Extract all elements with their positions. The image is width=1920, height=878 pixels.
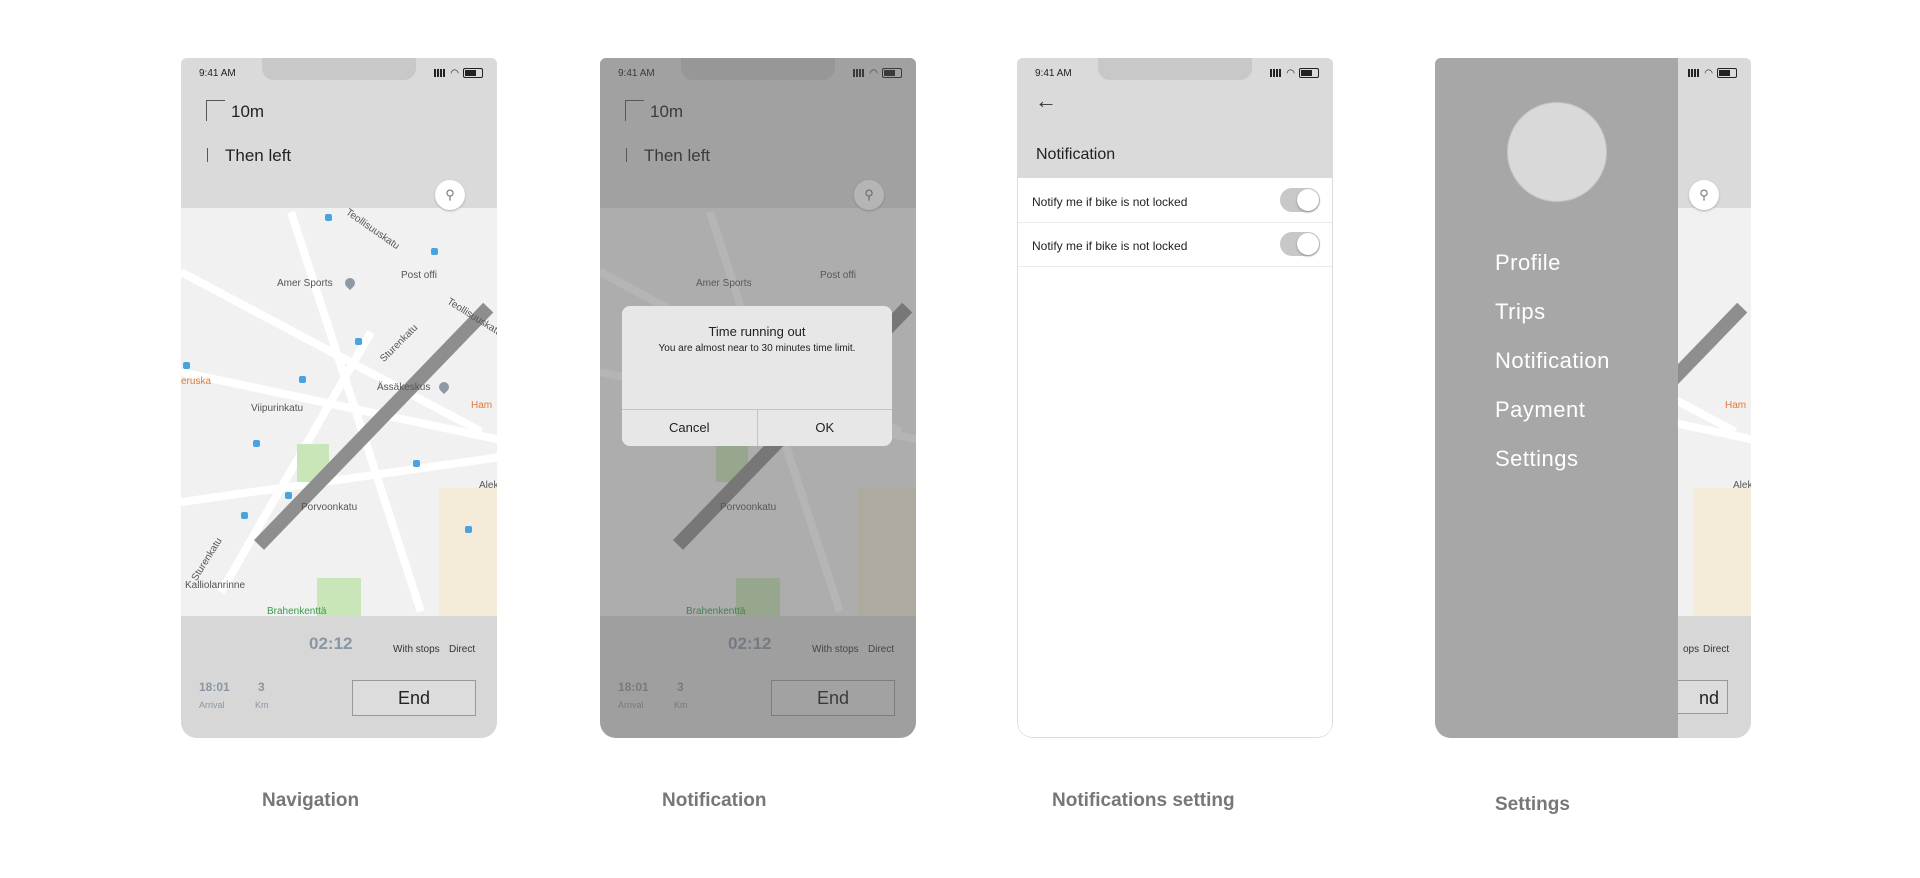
map-label: Porvoonkatu (301, 502, 358, 513)
signal-bars-icon (1688, 69, 1701, 77)
location-pin-icon (342, 275, 358, 291)
toggle-knob (1297, 233, 1319, 255)
wifi-icon: ◠ (1704, 67, 1713, 79)
menu-item-notification[interactable]: Notification (1495, 348, 1610, 374)
menu-item-settings[interactable]: Settings (1495, 446, 1579, 472)
menu-item-trips[interactable]: Trips (1495, 299, 1546, 325)
setting-label: Notify me if bike is not locked (1032, 195, 1188, 209)
map-area (439, 488, 497, 616)
settings-list: Notify me if bike is not locked Notify m… (1018, 178, 1332, 737)
notify-toggle[interactable] (1280, 188, 1320, 212)
transit-stop-icon (299, 376, 306, 383)
option-direct[interactable]: Direct (449, 644, 475, 655)
toggle-knob (1297, 189, 1319, 211)
time-warning-dialog: Time running out You are almost near to … (622, 306, 892, 446)
map-label: Sturenkatu (378, 322, 421, 365)
status-bar: 9:41 AM ◠ (199, 66, 483, 80)
menu-item-payment[interactable]: Payment (1495, 397, 1585, 423)
location-pin-icon (436, 379, 452, 395)
caption-notification: Notification (662, 790, 767, 811)
map-label: Ham (471, 400, 493, 411)
trip-timer: 02:12 (309, 634, 353, 653)
map[interactable]: Teollisuuskatu Amer Sports Post offi Teo… (181, 208, 497, 616)
status-bar: 9:41 AM ◠ (1035, 66, 1319, 80)
wifi-icon: ◠ (450, 67, 459, 79)
transit-stop-icon (431, 248, 438, 255)
caption-navigation: Navigation (262, 790, 360, 811)
bike-marker-icon: ⚲ (1689, 180, 1719, 210)
notify-toggle[interactable] (1280, 232, 1320, 256)
navigation-screen: 9:41 AM ◠ 10m Then left Teollisuuskatu A… (181, 58, 497, 738)
notification-screen: 9:41 AM ◠ 10m Then left Amer Sports Post… (600, 58, 916, 738)
map-label: Viipurinkatu (251, 403, 304, 414)
transit-stop-icon (465, 526, 472, 533)
transit-stop-icon (413, 460, 420, 467)
caption-settings: Settings (1495, 794, 1570, 815)
map-label: Sturenkatu (189, 536, 225, 583)
list-item: Notify me if bike is not locked (1018, 178, 1332, 223)
map-label: Ham (1725, 400, 1747, 411)
avatar[interactable] (1507, 102, 1607, 202)
notifications-setting-screen: 9:41 AM ◠ ← Notification Notify me if bi… (1017, 58, 1333, 738)
signal-bars-icon (1270, 69, 1283, 77)
status-time: 9:41 AM (1035, 67, 1072, 79)
map-label: Brahenkenttä (267, 606, 327, 616)
ok-button[interactable]: OK (758, 410, 893, 446)
map-label: Kalliolanrinne (185, 580, 246, 591)
battery-icon (1299, 68, 1319, 78)
km-label: Km (255, 700, 269, 710)
cancel-button[interactable]: Cancel (622, 410, 758, 446)
map-label: eruska (181, 376, 212, 387)
next-instruction: Then left (225, 146, 292, 165)
wifi-icon: ◠ (1286, 67, 1295, 79)
settings-screen: ◠ Ham Aleksi ⚲ ops Direct nd Profile Tri… (1435, 58, 1751, 738)
battery-icon (463, 68, 483, 78)
dialog-message: You are almost near to 30 minutes time l… (658, 343, 856, 354)
transit-stop-icon (183, 362, 190, 369)
setting-label: Notify me if bike is not locked (1032, 239, 1188, 253)
turn-distance: 10m (231, 102, 265, 121)
map-label: Ässäkeskus (377, 382, 431, 393)
page-title: Notification (1036, 146, 1116, 163)
turn-arrow-icon (206, 100, 225, 121)
menu-item-profile[interactable]: Profile (1495, 250, 1561, 276)
option-direct: Direct (1703, 644, 1730, 655)
transit-stop-icon (285, 492, 292, 499)
map-road (217, 330, 375, 594)
list-item: Notify me if bike is not locked (1018, 222, 1332, 267)
map-label: Aleksi (479, 480, 497, 491)
back-arrow-icon[interactable]: ← (1035, 88, 1057, 114)
transit-stop-icon (325, 214, 332, 221)
map-label: Aleksi (1733, 480, 1751, 491)
transit-stop-icon (253, 440, 260, 447)
trip-panel: 02:12 With stops Direct 18:01 Arrival 3 … (181, 616, 497, 738)
transit-stop-icon (355, 338, 362, 345)
transit-stop-icon (241, 512, 248, 519)
side-menu: Profile Trips Notification Payment Setti… (1435, 58, 1678, 738)
map-label: Teollisuuskatu (343, 208, 402, 253)
arrival-time: 18:01 (199, 680, 230, 694)
map-label: Post offi (401, 270, 437, 281)
map-area (1693, 488, 1751, 616)
turn-left-icon (195, 148, 208, 162)
bike-marker-icon[interactable]: ⚲ (435, 180, 465, 210)
arrival-label: Arrival (199, 700, 225, 710)
battery-icon (1717, 68, 1737, 78)
status-time: 9:41 AM (199, 67, 236, 79)
caption-notifications-setting: Notifications setting (1052, 790, 1235, 811)
dialog-title: Time running out (708, 324, 806, 339)
distance-km: 3 (258, 680, 265, 694)
option-with-stops: ops (1683, 644, 1700, 655)
signal-bars-icon (434, 69, 447, 77)
end-button[interactable]: End (352, 680, 476, 716)
option-with-stops[interactable]: With stops (393, 644, 440, 655)
map-label: Amer Sports (277, 278, 333, 289)
